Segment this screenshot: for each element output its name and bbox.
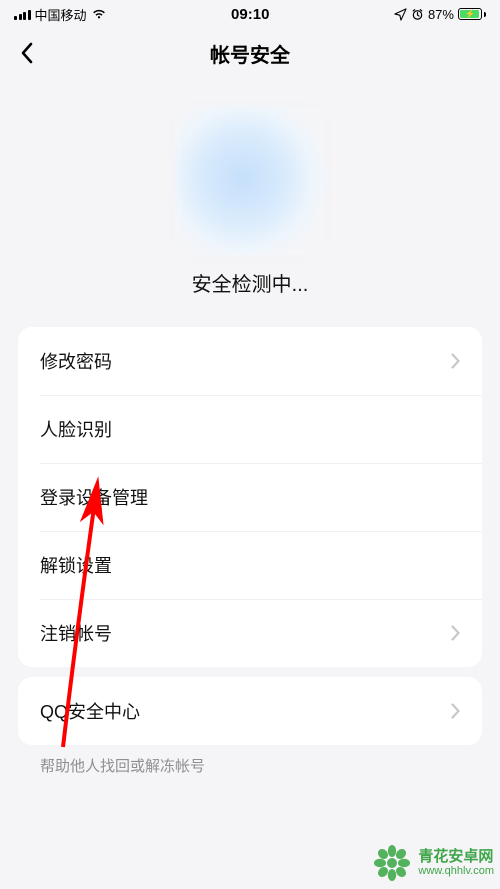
settings-group-2: QQ安全中心 <box>18 677 482 745</box>
item-delete-account[interactable]: 注销帐号 <box>18 599 482 667</box>
item-label: 人脸识别 <box>40 416 112 442</box>
signal-icon <box>14 8 31 20</box>
item-label: 解锁设置 <box>40 552 112 578</box>
watermark-logo-icon <box>372 843 412 883</box>
settings-group-1: 修改密码 人脸识别 登录设备管理 解锁设置 注销帐号 <box>18 327 482 667</box>
security-shield-image <box>175 106 325 256</box>
chevron-right-icon <box>451 703 460 719</box>
security-status-text: 安全检测中... <box>192 268 309 297</box>
alarm-icon <box>411 8 424 21</box>
back-button[interactable] <box>12 38 42 68</box>
security-hero: 安全检测中... <box>0 78 500 317</box>
watermark: 青花安卓网 www.qhhlv.com <box>372 843 494 883</box>
status-right: 87% ⚡ <box>394 7 486 22</box>
footer-hint: 帮助他人找回或解冻帐号 <box>40 755 500 776</box>
item-label: 修改密码 <box>40 348 112 374</box>
battery-percent: 87% <box>428 7 454 22</box>
status-time: 09:10 <box>231 6 269 23</box>
item-label: QQ安全中心 <box>40 698 140 724</box>
item-qq-security-center[interactable]: QQ安全中心 <box>18 677 482 745</box>
item-label: 登录设备管理 <box>40 484 148 510</box>
item-login-device-management[interactable]: 登录设备管理 <box>18 463 482 531</box>
location-icon <box>394 8 407 21</box>
wifi-icon <box>91 8 107 20</box>
item-unlock-settings[interactable]: 解锁设置 <box>18 531 482 599</box>
chevron-right-icon <box>451 353 460 369</box>
nav-header: 帐号安全 <box>0 28 500 78</box>
status-bar: 中国移动 09:10 87% ⚡ <box>0 0 500 28</box>
battery-icon: ⚡ <box>458 8 486 20</box>
item-change-password[interactable]: 修改密码 <box>18 327 482 395</box>
watermark-name: 青花安卓网 <box>418 848 494 865</box>
status-left: 中国移动 <box>14 5 107 24</box>
watermark-url: www.qhhlv.com <box>418 865 494 878</box>
watermark-text: 青花安卓网 www.qhhlv.com <box>418 848 494 878</box>
item-face-recognition[interactable]: 人脸识别 <box>18 395 482 463</box>
chevron-right-icon <box>451 625 460 641</box>
carrier-label: 中国移动 <box>35 5 87 24</box>
item-label: 注销帐号 <box>40 620 112 646</box>
page-title: 帐号安全 <box>210 39 290 68</box>
